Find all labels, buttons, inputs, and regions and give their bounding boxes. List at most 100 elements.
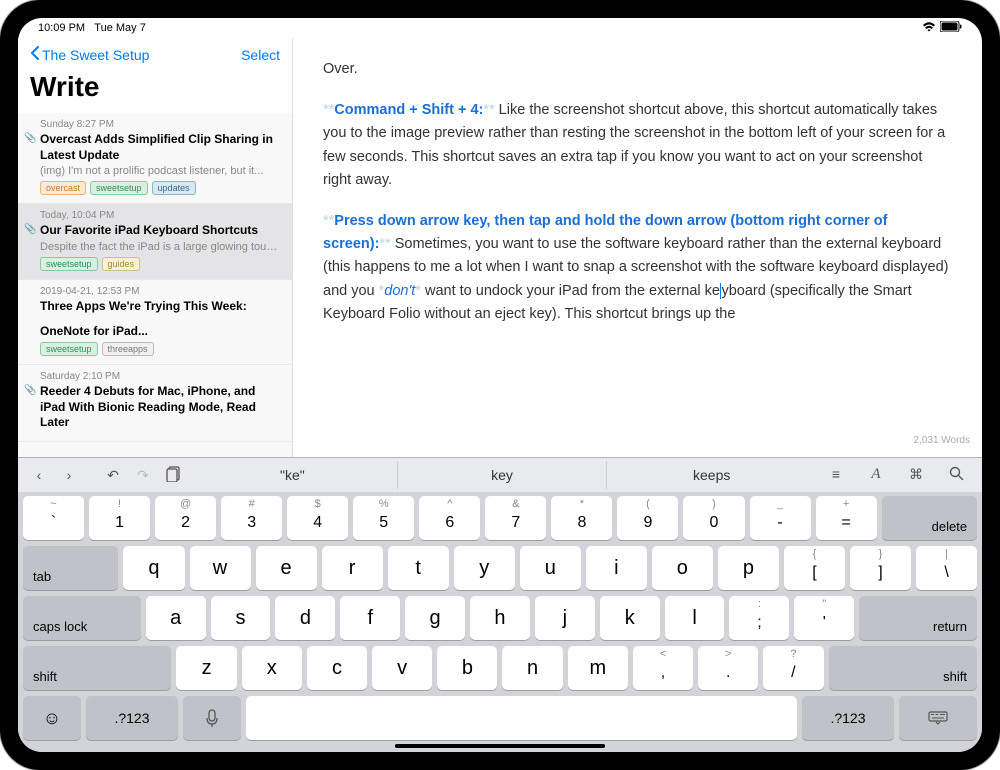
note-preview: (img) I'm not a prolific podcast listene… — [40, 165, 282, 177]
back-label: The Sweet Setup — [42, 47, 149, 63]
note-date: 2019-04-21, 12:53 PM — [40, 286, 282, 297]
clipboard-button[interactable] — [158, 466, 188, 485]
select-button[interactable]: Select — [241, 47, 280, 63]
nav-forward-button[interactable]: › — [54, 467, 84, 483]
key-b[interactable]: b — [437, 646, 497, 690]
key-j[interactable]: j — [535, 596, 595, 640]
key-r[interactable]: r — [322, 546, 383, 590]
key-;[interactable]: :; — [729, 596, 789, 640]
key-v[interactable]: v — [372, 646, 432, 690]
command-icon[interactable]: ⌘ — [896, 466, 936, 484]
note-item-selected[interactable]: 📎 Today, 10:04 PM Our Favorite iPad Keyb… — [18, 204, 292, 280]
note-date: Sunday 8:27 PM — [40, 119, 282, 130]
key-m[interactable]: m — [568, 646, 628, 690]
key-.[interactable]: >. — [698, 646, 758, 690]
sidebar-title: Write — [18, 67, 292, 113]
key-8[interactable]: *8 — [551, 496, 612, 540]
status-bar: 10:09 PM Tue May 7 — [18, 18, 982, 38]
key-5[interactable]: %5 — [353, 496, 414, 540]
keyboard-toolbar: ‹ › ↶ ↷ "ke" key keeps ≡ A ⌘ — [18, 458, 982, 492]
key-h[interactable]: h — [470, 596, 530, 640]
key-/[interactable]: ?/ — [763, 646, 823, 690]
key-0[interactable]: )0 — [683, 496, 744, 540]
note-list[interactable]: 📎 Sunday 8:27 PM Overcast Adds Simplifie… — [18, 113, 292, 457]
note-item[interactable]: 2019-04-21, 12:53 PM Three Apps We're Tr… — [18, 280, 292, 365]
key-9[interactable]: (9 — [617, 496, 678, 540]
key-g[interactable]: g — [405, 596, 465, 640]
search-icon[interactable] — [936, 466, 976, 484]
key-d[interactable]: d — [275, 596, 335, 640]
suggestion[interactable]: keeps — [606, 461, 816, 489]
key-][interactable]: }] — [850, 546, 911, 590]
key-o[interactable]: o — [652, 546, 713, 590]
key-3[interactable]: #3 — [221, 496, 282, 540]
key-a[interactable]: a — [146, 596, 206, 640]
return-key[interactable]: return — [859, 596, 977, 640]
key-s[interactable]: s — [211, 596, 271, 640]
dismiss-keyboard-key[interactable] — [899, 696, 977, 740]
key-\[interactable]: |\ — [916, 546, 977, 590]
status-date: Tue May 7 — [94, 22, 146, 34]
key-y[interactable]: y — [454, 546, 515, 590]
font-icon[interactable]: A — [856, 466, 896, 484]
key-t[interactable]: t — [388, 546, 449, 590]
tag: sweetsetup — [90, 181, 148, 195]
key-z[interactable]: z — [176, 646, 236, 690]
shortcut-heading: Command + Shift + 4: — [334, 102, 483, 118]
key-i[interactable]: i — [586, 546, 647, 590]
key-6[interactable]: ^6 — [419, 496, 480, 540]
attachment-icon: 📎 — [24, 133, 36, 144]
list-icon[interactable]: ≡ — [816, 466, 856, 484]
key-w[interactable]: w — [190, 546, 251, 590]
key-[[interactable]: {[ — [784, 546, 845, 590]
numswitch-key[interactable]: .?123 — [86, 696, 178, 740]
emoji-key[interactable]: ☺ — [23, 696, 81, 740]
key-'[interactable]: "' — [794, 596, 854, 640]
key-n[interactable]: n — [502, 646, 562, 690]
key-=[interactable]: += — [816, 496, 877, 540]
home-indicator[interactable] — [395, 744, 605, 748]
key-p[interactable]: p — [718, 546, 779, 590]
wifi-icon — [922, 22, 936, 35]
key-e[interactable]: e — [256, 546, 317, 590]
key-f[interactable]: f — [340, 596, 400, 640]
capslock-key[interactable]: caps lock — [23, 596, 141, 640]
note-date: Today, 10:04 PM — [40, 210, 282, 221]
key-c[interactable]: c — [307, 646, 367, 690]
note-item[interactable]: 📎 Sunday 8:27 PM Overcast Adds Simplifie… — [18, 113, 292, 204]
key--[interactable]: _- — [750, 496, 811, 540]
key-x[interactable]: x — [242, 646, 302, 690]
word-count: 2,031 Words — [913, 433, 970, 449]
key-q[interactable]: q — [123, 546, 184, 590]
key-1[interactable]: !1 — [89, 496, 150, 540]
editor[interactable]: Over. **Command + Shift + 4:** Like the … — [293, 38, 982, 457]
attachment-icon: 📎 — [24, 224, 36, 235]
nav-back-button[interactable]: ‹ — [24, 467, 54, 483]
delete-key[interactable]: delete — [882, 496, 977, 540]
back-button[interactable]: The Sweet Setup — [30, 46, 149, 63]
redo-button[interactable]: ↷ — [128, 467, 158, 484]
shift-key[interactable]: shift — [23, 646, 171, 690]
tag: updates — [152, 181, 196, 195]
mic-key[interactable] — [183, 696, 241, 740]
key-7[interactable]: &7 — [485, 496, 546, 540]
key-k[interactable]: k — [600, 596, 660, 640]
tab-key[interactable]: tab — [23, 546, 118, 590]
key-,[interactable]: <, — [633, 646, 693, 690]
suggestion[interactable]: "ke" — [188, 461, 397, 489]
status-right — [922, 21, 962, 35]
key-u[interactable]: u — [520, 546, 581, 590]
sidebar: The Sweet Setup Select Write 📎 Sunday 8:… — [18, 38, 293, 457]
key-`[interactable]: ~` — [23, 496, 84, 540]
key-2[interactable]: @2 — [155, 496, 216, 540]
spacebar-key[interactable] — [246, 696, 797, 740]
suggestion[interactable]: key — [397, 461, 607, 489]
shift-key-right[interactable]: shift — [829, 646, 977, 690]
undo-button[interactable]: ↶ — [98, 467, 128, 484]
note-item[interactable]: 📎 Saturday 2:10 PM Reeder 4 Debuts for M… — [18, 365, 292, 442]
key-4[interactable]: $4 — [287, 496, 348, 540]
tag: sweetsetup — [40, 257, 98, 271]
editor-paragraph: **Press down arrow key, then tap and hol… — [323, 210, 952, 326]
numswitch-key-right[interactable]: .?123 — [802, 696, 894, 740]
key-l[interactable]: l — [665, 596, 725, 640]
